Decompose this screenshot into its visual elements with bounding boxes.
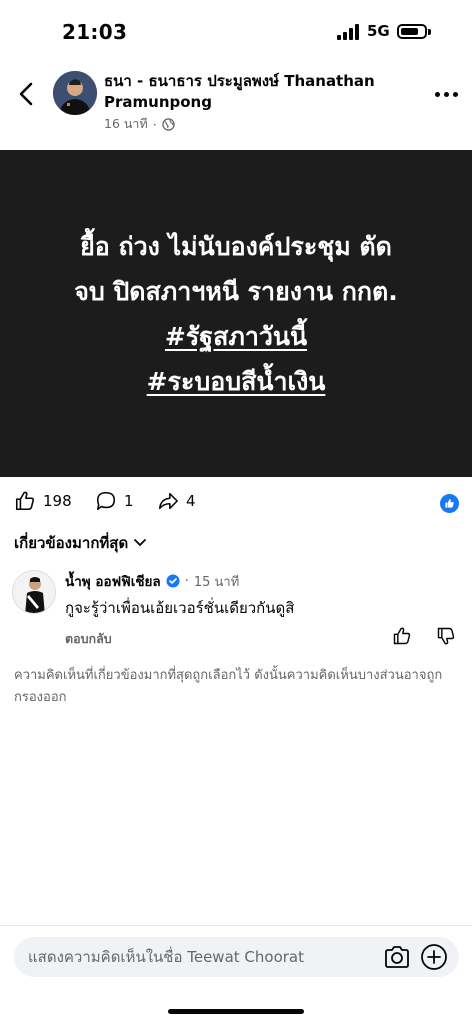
status-time: 21:03 <box>62 20 128 44</box>
commenter-name[interactable]: น้ำพุ ออฟฟิเชียล <box>65 570 161 592</box>
hashtag-link[interactable]: #รัฐสภาวันนี้ <box>165 314 307 359</box>
divider <box>0 925 472 926</box>
commenter-avatar[interactable] <box>12 570 56 614</box>
filter-notice: ความคิดเห็นที่เกี่ยวข้องมากที่สุดถูกเลือ… <box>14 668 443 705</box>
comment-time: 15 นาที <box>193 574 240 590</box>
filter-label: เกี่ยวข้องมากที่สุด <box>14 534 129 552</box>
share-button[interactable]: 4 <box>157 490 196 512</box>
battery-cap <box>428 29 431 35</box>
thumbs-up-icon <box>445 499 454 508</box>
globe-icon <box>161 117 175 131</box>
comment-filter-dropdown[interactable]: เกี่ยวข้องมากที่สุด <box>14 531 147 555</box>
person-icon <box>53 71 97 115</box>
add-circle-icon[interactable] <box>420 943 448 971</box>
more-options-button[interactable] <box>432 86 460 102</box>
share-count: 4 <box>186 492 196 510</box>
comment-item: น้ำพุ ออฟฟิเชียล · 15 นาที กูจะรู้ว่าเพื… <box>0 566 472 656</box>
camera-icon[interactable] <box>383 945 411 969</box>
hashtag-link[interactable]: #ระบอบสีน้ำเงิน <box>147 359 326 404</box>
dot-separator: · <box>184 573 189 589</box>
post-line-2: จบ ปิดสภาฯหนี รายงาน กกต. <box>74 276 398 306</box>
comment-text: กูจะรู้ว่าเพื่อนเอ้ยเวอร์ชั่นเดียวกันดูส… <box>65 599 295 617</box>
author-name[interactable]: ธนา - ธนาธาร ประมูลพงษ์ Thanathan Pramun… <box>104 71 414 113</box>
verified-badge-icon <box>166 574 180 588</box>
comment-bubble-icon <box>96 491 116 511</box>
post-line-1: ยื้อ ถ่วง ไม่นับองค์ประชุม ตัด <box>80 231 392 261</box>
post-text-card: ยื้อ ถ่วง ไม่นับองค์ประชุม ตัด จบ ปิดสภา… <box>0 150 472 477</box>
author-avatar[interactable] <box>53 71 97 115</box>
like-reaction-badge[interactable] <box>440 494 459 513</box>
post-meta: 16 นาที · <box>104 114 175 134</box>
comment-input[interactable] <box>28 937 368 977</box>
like-count: 198 <box>43 492 72 510</box>
chevron-down-icon <box>134 539 147 547</box>
comment-composer <box>14 937 459 977</box>
comment-count: 1 <box>124 492 134 510</box>
dot-separator: · <box>152 116 157 132</box>
thumbs-up-icon[interactable] <box>392 626 412 646</box>
reply-button[interactable]: ตอบกลับ <box>65 629 112 649</box>
like-button[interactable]: 198 <box>14 490 72 512</box>
battery-icon <box>397 24 427 39</box>
status-bar: 21:03 5G <box>0 0 472 58</box>
reactions-bar: 198 1 4 <box>0 486 472 518</box>
person-icon <box>13 571 55 613</box>
thumbs-down-icon[interactable] <box>436 626 456 646</box>
home-indicator[interactable] <box>168 1009 304 1014</box>
back-button[interactable] <box>14 80 38 108</box>
network-label: 5G <box>367 22 390 40</box>
comment-header: น้ำพุ ออฟฟิเชียล · 15 นาที <box>65 570 239 592</box>
share-arrow-icon <box>158 492 178 510</box>
post-time: 16 นาที <box>104 116 148 131</box>
comment-button[interactable]: 1 <box>95 490 134 512</box>
thumbs-up-icon <box>15 491 35 511</box>
signal-icon <box>337 24 359 40</box>
post-header: ธนา - ธนาธาร ประมูลพงษ์ Thanathan Pramun… <box>0 58 472 146</box>
chevron-left-icon <box>19 82 33 106</box>
